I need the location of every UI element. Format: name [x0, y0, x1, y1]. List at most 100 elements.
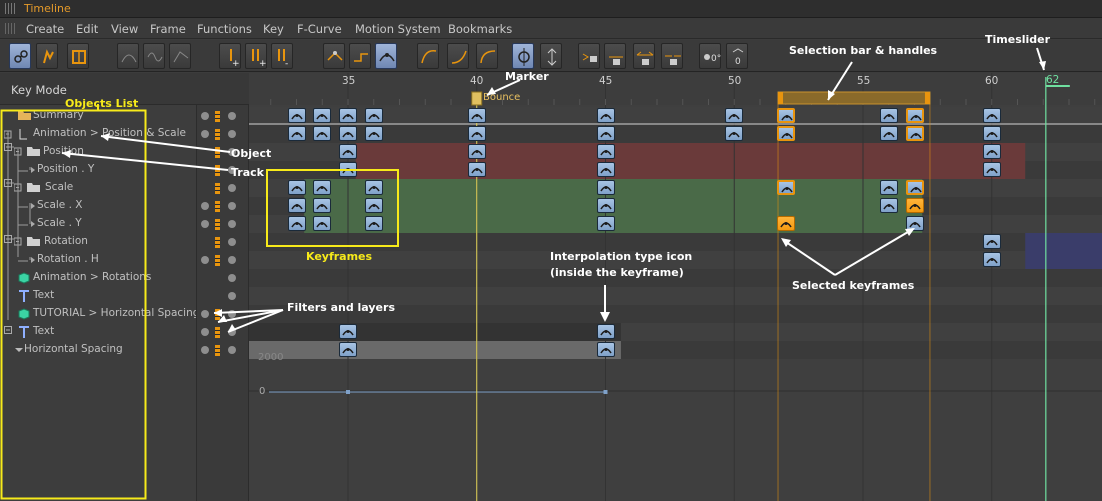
film-mode-icon[interactable]: [67, 43, 89, 69]
keyframe[interactable]: [313, 180, 332, 195]
motion-mode-icon[interactable]: [36, 43, 58, 69]
grip-icon[interactable]: [5, 23, 15, 34]
menu-motion-system[interactable]: Motion System: [355, 22, 441, 36]
zero-angle-icon[interactable]: 0°: [699, 43, 721, 69]
lock-time-icon[interactable]: [578, 43, 600, 69]
solo-dot[interactable]: [201, 202, 209, 210]
enable-dot[interactable]: [228, 220, 236, 228]
keyframe[interactable]: [313, 198, 332, 213]
keyframe[interactable]: [725, 108, 744, 123]
menu-frame[interactable]: Frame: [150, 22, 186, 36]
break-tangent-icon[interactable]: [661, 43, 683, 69]
menu-bookmarks[interactable]: Bookmarks: [448, 22, 512, 36]
layer-color-icon[interactable]: [215, 111, 220, 122]
keyframe[interactable]: [596, 324, 615, 339]
menu-view[interactable]: View: [111, 22, 138, 36]
keyframe[interactable]: [596, 342, 615, 357]
keyframe[interactable]: [596, 108, 615, 123]
keyframe[interactable]: [596, 144, 615, 159]
menu-create[interactable]: Create: [26, 22, 64, 36]
enable-dot[interactable]: [228, 130, 236, 138]
curve-ease-icon[interactable]: [117, 43, 139, 69]
linear-curve-icon[interactable]: [417, 43, 439, 69]
add-key-icon[interactable]: +: [219, 43, 241, 69]
keyframe[interactable]: [725, 126, 744, 141]
keyframe[interactable]: [905, 108, 924, 123]
enable-dot[interactable]: [228, 274, 236, 282]
keyframe[interactable]: [364, 108, 383, 123]
keyframe[interactable]: [364, 198, 383, 213]
keyframe[interactable]: [776, 126, 795, 141]
snap-key-icon[interactable]: [512, 43, 534, 69]
keyframe[interactable]: [364, 216, 383, 231]
keyframe[interactable]: [287, 216, 306, 231]
keyframe[interactable]: [467, 144, 486, 159]
zero-length-icon[interactable]: 0: [726, 43, 748, 69]
layer-color-icon[interactable]: [215, 309, 220, 320]
enable-dot[interactable]: [228, 256, 236, 264]
layer-color-icon[interactable]: [215, 219, 220, 230]
keyframe[interactable]: [982, 162, 1001, 177]
keyframe[interactable]: [339, 162, 357, 177]
solo-dot[interactable]: [201, 112, 209, 120]
enable-dot[interactable]: [228, 112, 236, 120]
keyframe[interactable]: [467, 108, 486, 123]
enable-dot[interactable]: [228, 184, 236, 192]
keyframe[interactable]: [339, 144, 357, 159]
curve-view-icon[interactable]: [169, 43, 191, 69]
keyframe[interactable]: [982, 252, 1001, 267]
lock-value-icon[interactable]: [604, 43, 626, 69]
enable-dot[interactable]: [228, 310, 236, 318]
spline-key-icon[interactable]: [375, 43, 397, 69]
solo-dot[interactable]: [201, 328, 209, 336]
layer-color-icon[interactable]: [215, 165, 220, 176]
layer-color-icon[interactable]: [215, 183, 220, 194]
keyframe[interactable]: [982, 108, 1001, 123]
solo-dot[interactable]: [201, 256, 209, 264]
keyframe[interactable]: [776, 180, 795, 195]
keyframe[interactable]: [287, 108, 306, 123]
solo-dot[interactable]: [201, 346, 209, 354]
curve-wave-icon[interactable]: [143, 43, 165, 69]
keyframe[interactable]: [339, 324, 357, 339]
keyframe[interactable]: [596, 162, 615, 177]
menu-functions[interactable]: Functions: [197, 22, 252, 36]
solo-dot[interactable]: [201, 220, 209, 228]
keyframe[interactable]: [776, 216, 795, 231]
grip-icon[interactable]: [5, 3, 15, 14]
layer-color-icon[interactable]: [215, 345, 220, 356]
keyframe[interactable]: [905, 198, 924, 213]
keyframe[interactable]: [467, 126, 486, 141]
keyframe[interactable]: [879, 198, 898, 213]
enable-dot[interactable]: [228, 202, 236, 210]
menu-key[interactable]: Key: [263, 22, 284, 36]
keyframe[interactable]: [879, 126, 898, 141]
keyframe[interactable]: [596, 216, 615, 231]
keyframe[interactable]: [287, 198, 306, 213]
keyframe[interactable]: [879, 108, 898, 123]
layer-color-icon[interactable]: [215, 201, 220, 212]
layer-color-icon[interactable]: [215, 147, 220, 158]
keyframe[interactable]: [313, 126, 332, 141]
add-keys-icon[interactable]: +: [245, 43, 267, 69]
keyframe[interactable]: [364, 180, 383, 195]
remove-keys-icon[interactable]: -: [271, 43, 293, 69]
lock-tangent-icon[interactable]: [633, 43, 655, 69]
enable-dot[interactable]: [228, 292, 236, 300]
ease-out-curve-icon[interactable]: [476, 43, 498, 69]
peak-icon[interactable]: [323, 43, 345, 69]
keyframe[interactable]: [287, 180, 306, 195]
menu-edit[interactable]: Edit: [76, 22, 98, 36]
keyframe[interactable]: [313, 108, 332, 123]
keyframe[interactable]: [467, 162, 486, 177]
keyframe[interactable]: [339, 342, 357, 357]
key-mode-icon[interactable]: [9, 43, 31, 69]
keyframe[interactable]: [287, 126, 306, 141]
keyframe[interactable]: [339, 108, 357, 123]
keyframe[interactable]: [905, 180, 924, 195]
enable-dot[interactable]: [228, 238, 236, 246]
scale-keys-icon[interactable]: [540, 43, 562, 69]
layer-color-icon[interactable]: [215, 237, 220, 248]
keyframe[interactable]: [905, 216, 924, 231]
enable-dot[interactable]: [228, 346, 236, 354]
